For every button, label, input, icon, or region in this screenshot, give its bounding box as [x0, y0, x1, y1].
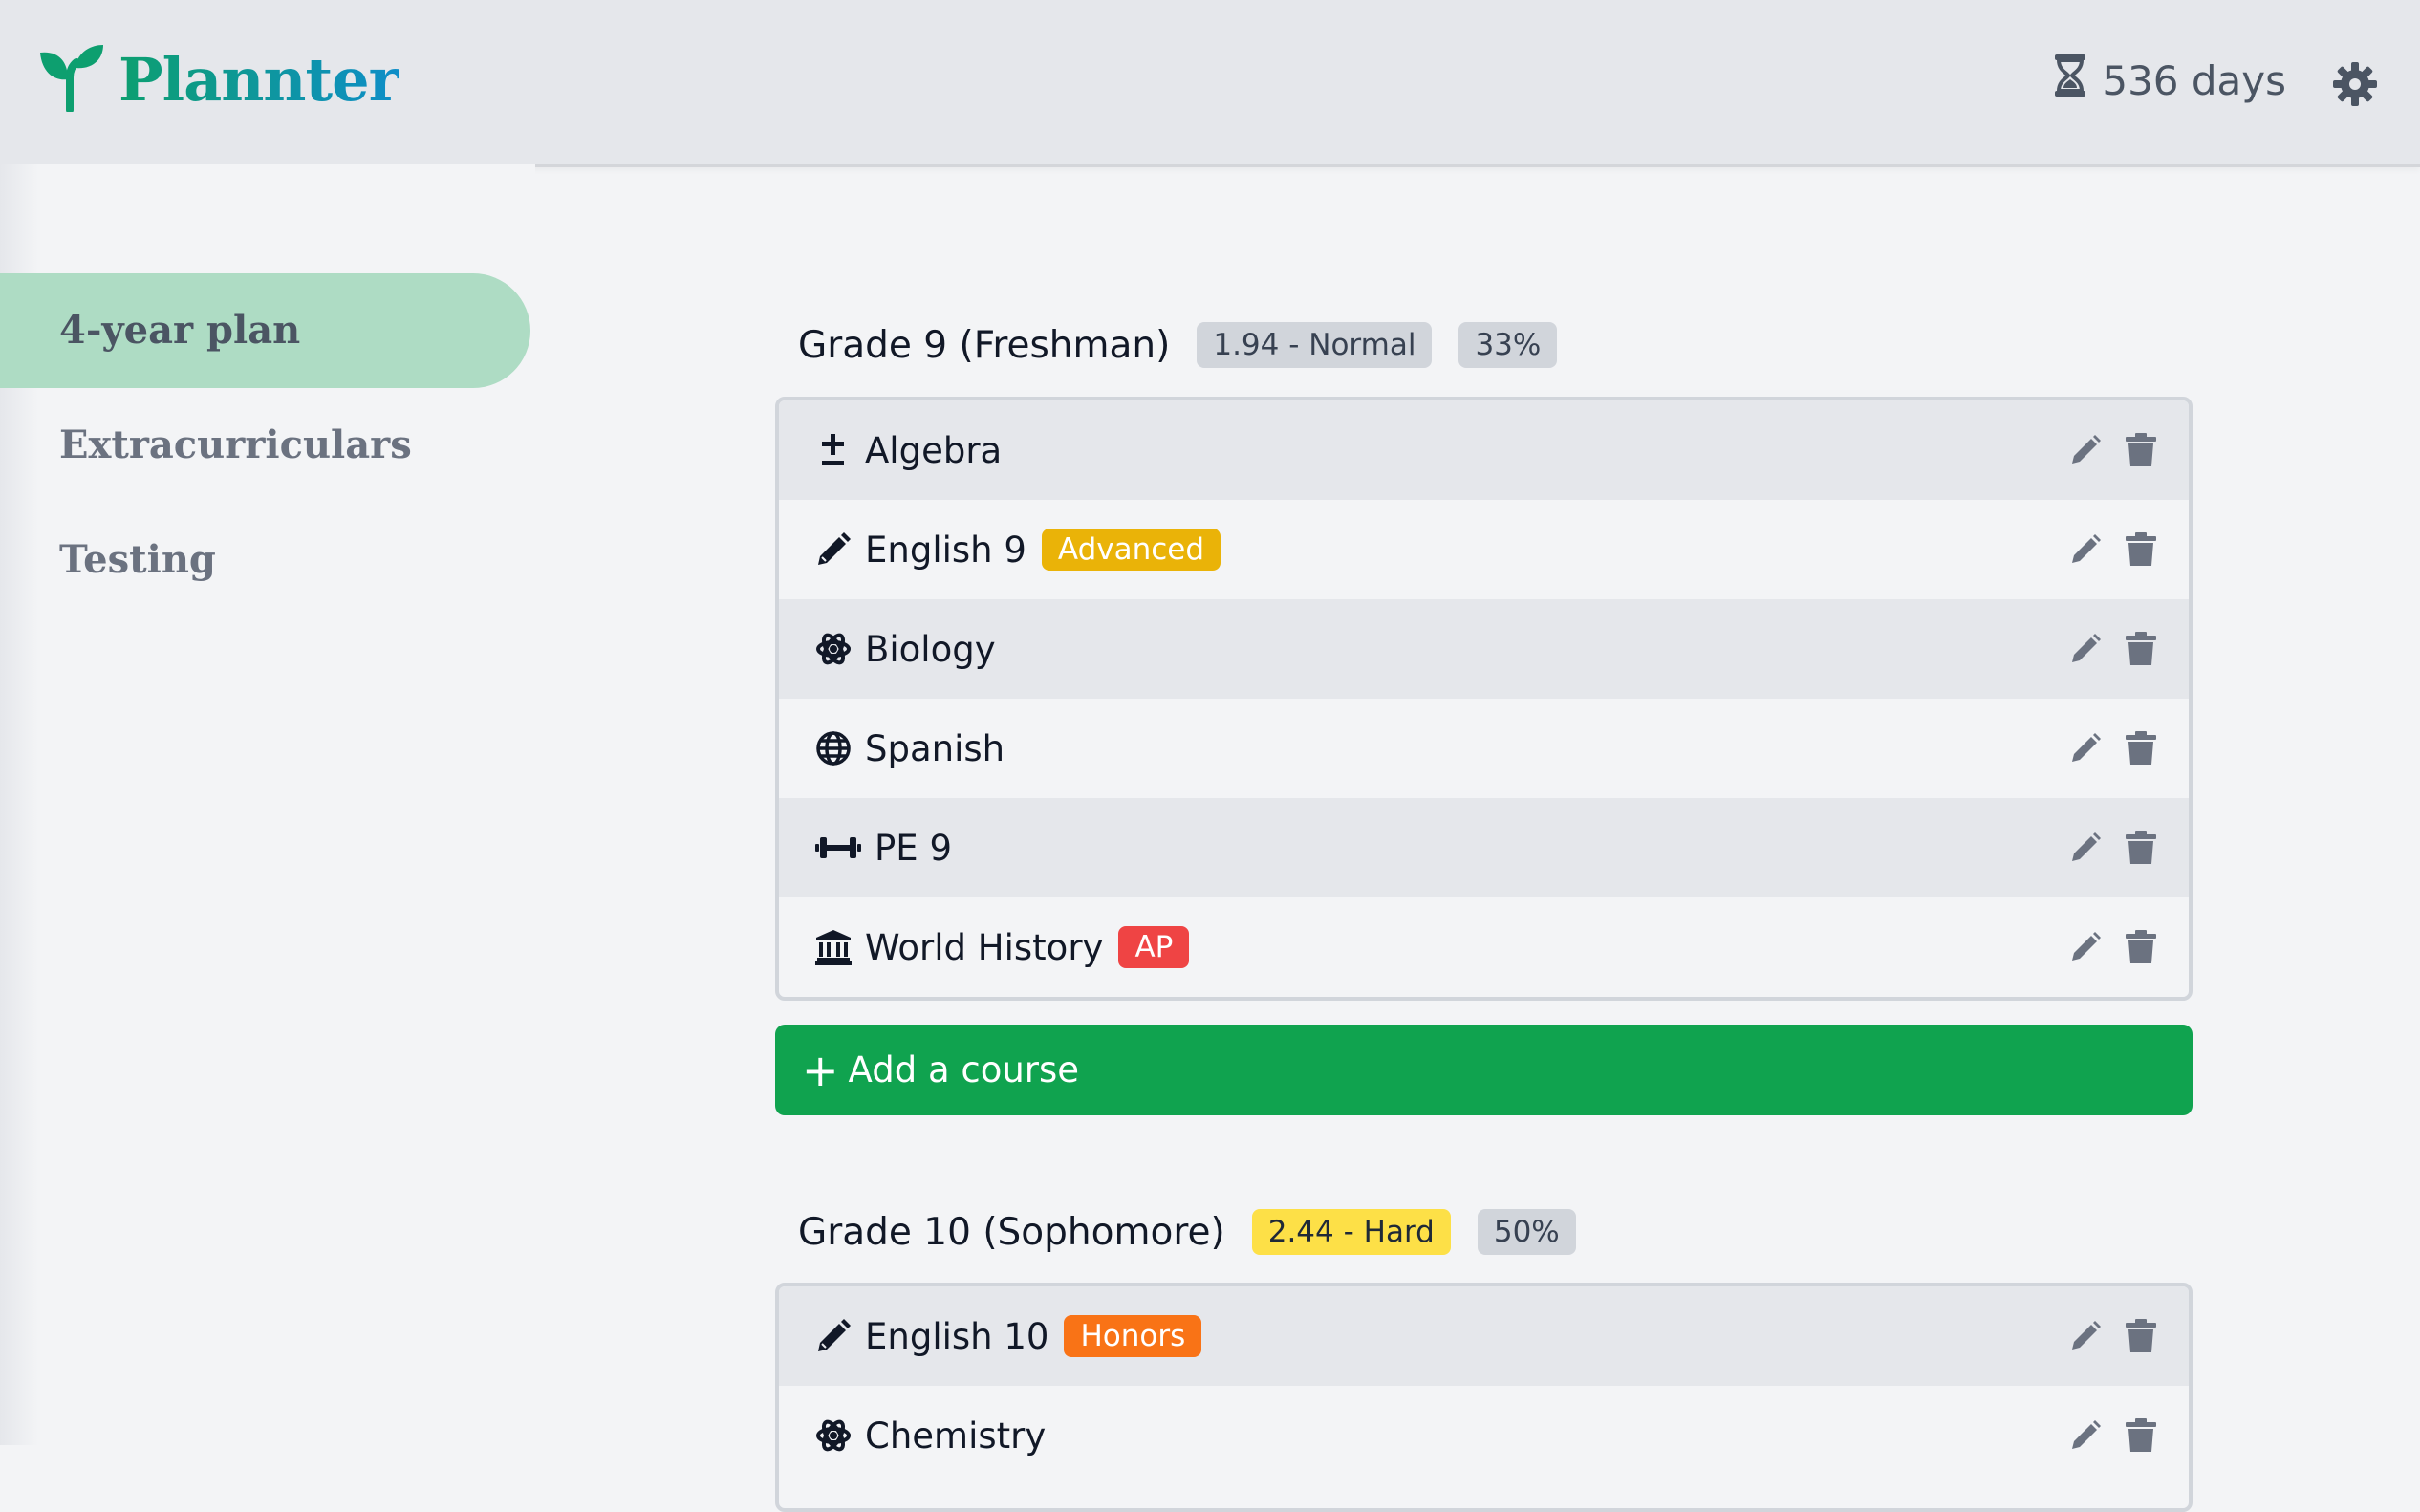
course-list: English 10 Honors Chemistry: [775, 1283, 2193, 1512]
trash-icon: [2126, 632, 2156, 665]
app-logo[interactable]: Plannter: [38, 43, 400, 116]
edit-course-button[interactable]: [2066, 928, 2105, 966]
course-row: Biology: [779, 599, 2189, 699]
pencil-icon: [2072, 832, 2101, 861]
course-row: Spanish: [779, 699, 2189, 798]
course-name: Biology: [865, 628, 996, 670]
grade-title: Grade 10 (Sophomore): [798, 1210, 1225, 1254]
trash-icon: [2126, 831, 2156, 864]
gear-icon: [2332, 62, 2378, 111]
course-name: PE 9: [875, 827, 952, 869]
sidebar-item-4-year-plan[interactable]: 4-year plan: [0, 273, 530, 388]
pencil-icon: [2072, 1420, 2101, 1449]
course-row: Chemistry: [779, 1386, 2189, 1485]
edit-course-button[interactable]: [2066, 431, 2105, 469]
edit-course-button[interactable]: [2066, 530, 2105, 569]
pencil-icon: [2072, 634, 2101, 662]
level-tag: AP: [1118, 926, 1190, 968]
settings-button[interactable]: [2332, 61, 2378, 107]
delete-course-button[interactable]: [2122, 829, 2160, 867]
course-name: Spanish: [865, 727, 1005, 769]
edit-course-button[interactable]: [2066, 1317, 2105, 1355]
plus-minus-icon: [815, 432, 852, 468]
course-row: PE 9: [779, 798, 2189, 897]
trash-icon: [2126, 532, 2156, 566]
grade-title: Grade 9 (Freshman): [798, 323, 1171, 367]
course-name: World History: [865, 926, 1104, 968]
progress-badge: 50%: [1477, 1209, 1576, 1255]
trash-icon: [2126, 433, 2156, 466]
progress-badge: 33%: [1458, 322, 1558, 368]
grade-heading: Grade 10 (Sophomore) 2.44 - Hard 50%: [798, 1209, 1603, 1255]
plus-icon: +: [802, 1044, 839, 1096]
difficulty-badge: 1.94 - Normal: [1197, 322, 1433, 368]
delete-course-button[interactable]: [2122, 1416, 2160, 1455]
course-name: English 10: [865, 1315, 1049, 1357]
sidebar: 4-year plan Extracurriculars Testing: [0, 164, 535, 1445]
delete-course-button[interactable]: [2122, 1317, 2160, 1355]
atom-icon: [815, 1417, 852, 1454]
pencil-icon: [2072, 1321, 2101, 1350]
edit-course-button[interactable]: [2066, 829, 2105, 867]
globe-icon: [815, 730, 852, 767]
edit-course-button[interactable]: [2066, 630, 2105, 668]
trash-icon: [2126, 731, 2156, 765]
course-name: Chemistry: [865, 1415, 1047, 1457]
level-tag: Advanced: [1041, 529, 1221, 571]
pencil-icon: [815, 531, 852, 568]
course-name: Algebra: [865, 429, 1003, 471]
sidebar-item-extracurriculars[interactable]: Extracurriculars: [0, 388, 530, 503]
course-row: English 9 Advanced: [779, 500, 2189, 599]
delete-course-button[interactable]: [2122, 928, 2160, 966]
dumbbell-icon: [815, 830, 861, 866]
delete-course-button[interactable]: [2122, 431, 2160, 469]
level-tag: Honors: [1064, 1315, 1202, 1357]
trash-icon: [2126, 1418, 2156, 1452]
edit-course-button[interactable]: [2066, 1416, 2105, 1455]
pencil-icon: [2072, 534, 2101, 563]
landmark-icon: [815, 929, 852, 965]
course-row: Algebra: [779, 400, 2189, 500]
edit-course-button[interactable]: [2066, 729, 2105, 767]
pencil-icon: [815, 1318, 852, 1354]
course-name: English 9: [865, 529, 1026, 571]
top-bar: Plannter 536 days: [0, 0, 2420, 167]
course-row: World History AP: [779, 897, 2189, 997]
atom-icon: [815, 631, 852, 667]
add-course-label: Add a course: [848, 1049, 1080, 1091]
pencil-icon: [2072, 733, 2101, 762]
sidebar-item-testing[interactable]: Testing: [0, 503, 530, 617]
trash-icon: [2126, 930, 2156, 963]
hourglass-icon: [2054, 54, 2102, 107]
grade-heading: Grade 9 (Freshman) 1.94 - Normal 33%: [798, 322, 1584, 368]
sprout-icon: [38, 43, 105, 116]
trash-icon: [2126, 1319, 2156, 1352]
delete-course-button[interactable]: [2122, 530, 2160, 569]
pencil-icon: [2072, 932, 2101, 961]
app-name: Plannter: [119, 44, 400, 115]
delete-course-button[interactable]: [2122, 630, 2160, 668]
course-row: English 10 Honors: [779, 1286, 2189, 1386]
days-remaining-text: 536 days: [2102, 56, 2286, 104]
add-course-button[interactable]: + Add a course: [775, 1025, 2193, 1115]
difficulty-badge: 2.44 - Hard: [1251, 1209, 1451, 1255]
delete-course-button[interactable]: [2122, 729, 2160, 767]
pencil-icon: [2072, 435, 2101, 464]
days-remaining: 536 days: [2054, 54, 2286, 107]
course-list: Algebra English 9 Advanced Biology Spani…: [775, 397, 2193, 1001]
